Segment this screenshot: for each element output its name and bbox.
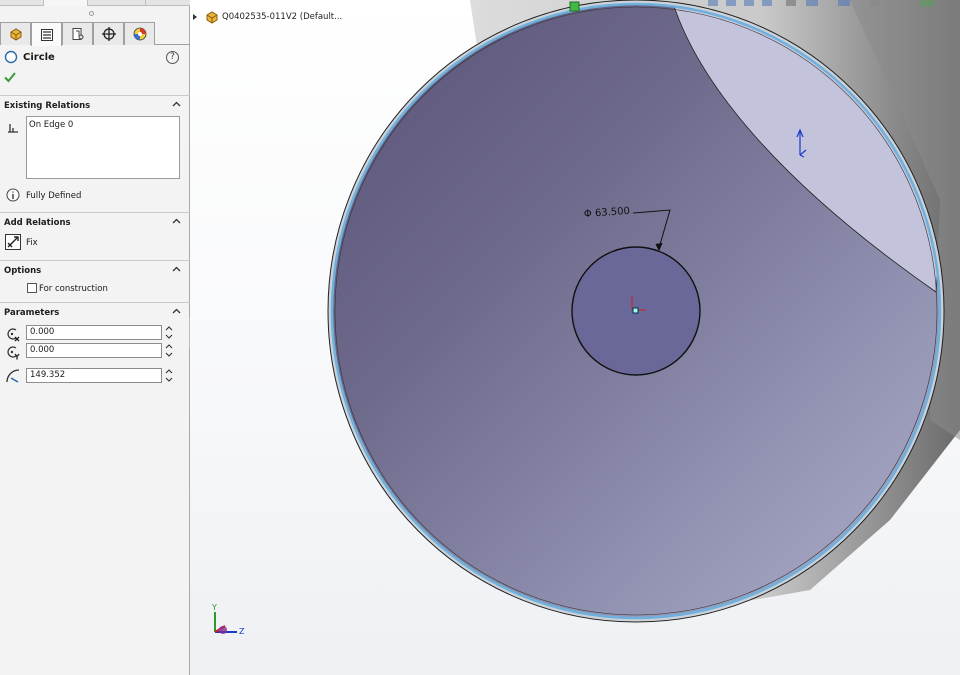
collapse-caret-icon[interactable]: [172, 218, 181, 224]
crosshair-icon: [101, 27, 116, 41]
center-y-icon: [7, 346, 20, 360]
ok-check-button[interactable]: [3, 70, 17, 84]
circle-sketch-icon: [4, 50, 18, 64]
appearance-ball-icon: [133, 27, 146, 41]
fix-label: Fix: [26, 238, 38, 248]
top-strip-segment: [44, 0, 88, 6]
toolbar-icon[interactable]: [920, 0, 934, 7]
configuration-manager-tab[interactable]: [62, 22, 93, 45]
top-strip-segment: [0, 0, 44, 6]
property-manager-header: Circle ?: [0, 46, 190, 94]
feature-tree-root-label[interactable]: Q0402535-011V2 (Default...: [222, 12, 342, 22]
existing-relations-list[interactable]: On Edge 0: [26, 116, 180, 179]
toolbar-icon[interactable]: [786, 0, 796, 6]
property-list-icon: [40, 28, 53, 41]
existing-relations-header: Existing Relations: [4, 101, 91, 111]
radius-icon: [6, 369, 20, 383]
add-relations-header: Add Relations: [4, 218, 71, 228]
for-construction-checkbox[interactable]: [27, 283, 37, 293]
center-x-spinner[interactable]: [165, 325, 173, 340]
existing-relations-group: Existing Relations On Edge 0 Fully Defin…: [0, 95, 190, 212]
toolbar-icon[interactable]: [806, 0, 818, 6]
feature-tree-root[interactable]: Q0402535-011V2 (Default...: [193, 10, 342, 24]
center-x-input[interactable]: 0.000: [26, 325, 162, 340]
fully-defined-status: Fully Defined: [26, 191, 82, 201]
collapse-caret-icon[interactable]: [172, 266, 181, 272]
relation-on-edge-icon: [8, 124, 18, 133]
property-manager-title: Circle: [23, 52, 55, 63]
triad-center: [219, 626, 227, 634]
toolbar-icon[interactable]: [762, 0, 772, 6]
collapse-caret-icon[interactable]: [172, 101, 181, 107]
triad-z-label: Z: [239, 627, 245, 636]
center-y-input[interactable]: 0.000: [26, 343, 162, 358]
toolbar-icon[interactable]: [870, 0, 880, 6]
property-manager-panel: Circle ? Existing Relations On Edge 0 Fu…: [0, 0, 190, 675]
info-icon: [6, 188, 20, 202]
add-relations-group: Add Relations Fix: [0, 212, 190, 260]
fix-relation-button[interactable]: Fix: [4, 233, 90, 251]
help-button[interactable]: ?: [166, 51, 179, 64]
graphics-viewport[interactable]: Q0402535-011V2 (Default... Φ 63.500 Y Z: [190, 0, 960, 675]
fix-anchor-icon: [5, 234, 21, 250]
part-icon: [10, 28, 21, 41]
for-construction-label: For construction: [39, 284, 108, 294]
display-manager-tab[interactable]: [124, 22, 155, 45]
center-x-icon: [7, 328, 20, 342]
property-manager-tab[interactable]: [31, 22, 62, 46]
model-view[interactable]: [190, 0, 960, 675]
circle-center-point[interactable]: [632, 307, 639, 314]
toolbar-icon[interactable]: [744, 0, 754, 6]
expand-arrow-icon[interactable]: [193, 14, 197, 20]
top-strip-segment: [88, 0, 146, 6]
panel-top-strip: [0, 0, 190, 6]
part-icon: [206, 11, 218, 24]
toolbar-icon[interactable]: [726, 0, 736, 6]
toolbar-icon[interactable]: [708, 0, 718, 6]
options-header: Options: [4, 266, 42, 276]
options-group: Options For construction: [0, 260, 190, 302]
on-edge-relation-marker[interactable]: [569, 1, 580, 12]
relation-item-on-edge[interactable]: On Edge 0: [29, 120, 177, 130]
parameters-header: Parameters: [4, 308, 60, 318]
triad-y-label: Y: [212, 603, 217, 612]
dimxpert-manager-tab[interactable]: [93, 22, 124, 45]
center-y-spinner[interactable]: [165, 343, 173, 358]
parameters-group: Parameters 0.000 0.000 149.352: [0, 302, 190, 392]
radius-input[interactable]: 149.352: [26, 368, 162, 383]
toolbar-icon[interactable]: [838, 0, 850, 6]
configuration-icon: [72, 28, 83, 40]
feature-manager-tab[interactable]: [0, 22, 31, 45]
panel-resize-grip[interactable]: [89, 11, 94, 16]
radius-spinner[interactable]: [165, 368, 173, 383]
manager-tabs: [0, 22, 190, 46]
collapse-caret-icon[interactable]: [172, 308, 181, 314]
